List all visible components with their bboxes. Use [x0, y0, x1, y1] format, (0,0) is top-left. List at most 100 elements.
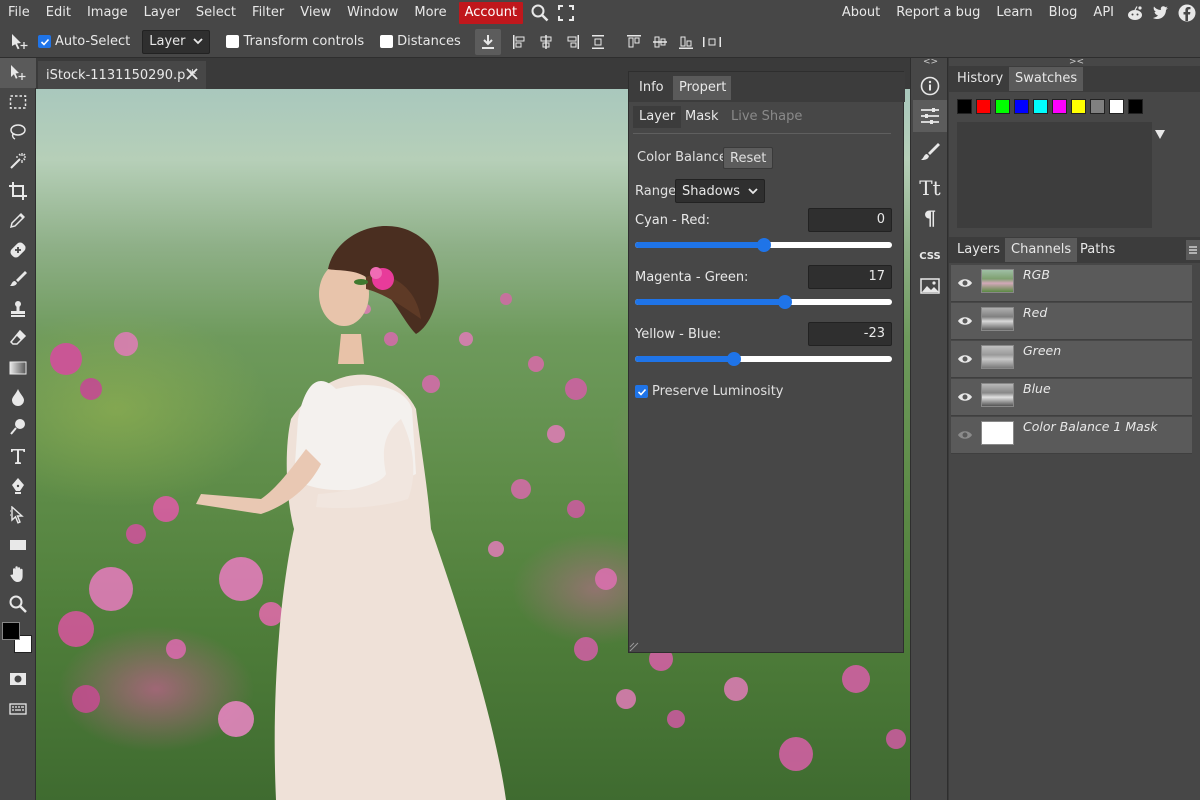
zoom-tool-icon[interactable]: [0, 589, 36, 619]
facebook-icon[interactable]: [1174, 0, 1200, 26]
crop-tool-icon[interactable]: [0, 176, 36, 206]
magenta-green-input[interactable]: 17: [808, 265, 892, 289]
slider-thumb[interactable]: [726, 352, 741, 366]
subtab-live-shape[interactable]: Live Shape: [725, 106, 808, 128]
menu-select[interactable]: Select: [188, 0, 244, 26]
color-swatch[interactable]: [1090, 99, 1105, 114]
distribute-horizontal-icon[interactable]: [699, 29, 725, 55]
eye-icon[interactable]: [957, 314, 973, 328]
menu-about[interactable]: About: [834, 0, 888, 26]
magenta-green-slider[interactable]: [635, 295, 892, 309]
align-bottom-icon[interactable]: [673, 29, 699, 55]
transform-controls-checkbox[interactable]: Transform controls: [226, 34, 364, 49]
eye-icon[interactable]: [957, 352, 973, 366]
download-icon[interactable]: [474, 28, 501, 55]
fullscreen-icon[interactable]: [553, 0, 579, 26]
brush-settings-icon[interactable]: [913, 136, 947, 168]
slider-thumb[interactable]: [778, 295, 793, 309]
panel-menu-icon[interactable]: [1186, 240, 1200, 260]
menu-window[interactable]: Window: [339, 0, 406, 26]
reddit-icon[interactable]: [1122, 0, 1148, 26]
blur-tool-icon[interactable]: [0, 383, 36, 413]
menu-learn[interactable]: Learn: [988, 0, 1040, 26]
layer-select-dropdown[interactable]: Layer: [142, 29, 211, 54]
foreground-color-swatch[interactable]: [2, 621, 20, 640]
menu-view[interactable]: View: [292, 0, 339, 26]
brush-tool-icon[interactable]: [0, 265, 36, 295]
menu-edit[interactable]: Edit: [38, 0, 79, 26]
rectangle-tool-icon[interactable]: [0, 530, 36, 560]
reset-button[interactable]: Reset: [723, 147, 774, 169]
tab-swatches[interactable]: Swatches: [1009, 67, 1084, 91]
eyedropper-tool-icon[interactable]: [0, 206, 36, 236]
color-swatch[interactable]: [976, 99, 991, 114]
color-swatches[interactable]: [0, 619, 36, 665]
color-swatch[interactable]: [1071, 99, 1086, 114]
css-icon[interactable]: CSS: [913, 240, 947, 272]
resize-handle-icon[interactable]: [629, 642, 639, 652]
quick-mask-icon[interactable]: [0, 665, 36, 695]
cyan-red-slider[interactable]: [635, 238, 892, 252]
lasso-tool-icon[interactable]: [0, 117, 36, 147]
menu-file[interactable]: File: [0, 0, 38, 26]
align-middle-icon[interactable]: [647, 29, 673, 55]
channel-row[interactable]: Green: [951, 341, 1192, 378]
menu-layer[interactable]: Layer: [136, 0, 188, 26]
color-swatch[interactable]: [1052, 99, 1067, 114]
character-icon[interactable]: Tt: [913, 172, 947, 204]
color-swatch[interactable]: [1128, 99, 1143, 114]
menu-report-bug[interactable]: Report a bug: [888, 0, 988, 26]
search-icon[interactable]: [527, 0, 553, 26]
color-swatch[interactable]: [995, 99, 1010, 114]
tab-properties[interactable]: Propert: [673, 76, 731, 100]
clone-stamp-tool-icon[interactable]: [0, 294, 36, 324]
eraser-tool-icon[interactable]: [0, 324, 36, 354]
document-tab[interactable]: iStock-1131150290.p *: [38, 61, 206, 89]
channel-row[interactable]: Color Balance 1 Mask: [951, 417, 1192, 454]
collapse-arrows-icon[interactable]: <>: [923, 57, 938, 67]
color-swatch[interactable]: [1033, 99, 1048, 114]
menu-blog[interactable]: Blog: [1041, 0, 1086, 26]
triangle-down-icon[interactable]: [1155, 130, 1165, 139]
channel-row[interactable]: RGB: [951, 265, 1192, 302]
twitter-icon[interactable]: [1148, 0, 1174, 26]
move-tool-icon[interactable]: [6, 29, 32, 55]
distances-checkbox[interactable]: Distances: [380, 34, 461, 49]
image-icon[interactable]: [913, 270, 947, 302]
account-button[interactable]: Account: [458, 2, 524, 24]
pen-tool-icon[interactable]: [0, 471, 36, 501]
auto-select-checkbox[interactable]: Auto-Select: [38, 34, 130, 49]
keyboard-icon[interactable]: [0, 694, 36, 724]
cyan-red-input[interactable]: 0: [808, 208, 892, 232]
type-tool-icon[interactable]: [0, 442, 36, 472]
marquee-tool-icon[interactable]: [0, 88, 36, 118]
menu-filter[interactable]: Filter: [244, 0, 292, 26]
eye-icon[interactable]: [957, 390, 973, 404]
info-icon[interactable]: [913, 70, 947, 102]
color-swatch[interactable]: [1014, 99, 1029, 114]
move-tool-icon[interactable]: [0, 58, 36, 88]
close-icon[interactable]: [184, 66, 200, 82]
align-center-icon[interactable]: [533, 29, 559, 55]
menu-api[interactable]: API: [1085, 0, 1122, 26]
align-left-icon[interactable]: [507, 29, 533, 55]
range-select[interactable]: Shadows: [675, 179, 766, 203]
yellow-blue-slider[interactable]: [635, 352, 892, 366]
path-select-tool-icon[interactable]: [0, 501, 36, 531]
eye-icon[interactable]: [957, 276, 973, 290]
tab-channels[interactable]: Channels: [1005, 238, 1078, 262]
align-right-icon[interactable]: [559, 29, 585, 55]
tab-paths[interactable]: Paths: [1074, 238, 1121, 262]
color-swatch[interactable]: [1109, 99, 1124, 114]
yellow-blue-input[interactable]: -23: [808, 322, 892, 346]
healing-brush-tool-icon[interactable]: [0, 235, 36, 265]
color-swatch[interactable]: [957, 99, 972, 114]
subtab-mask[interactable]: Mask: [679, 106, 724, 128]
tab-info[interactable]: Info: [633, 76, 670, 100]
menu-image[interactable]: Image: [79, 0, 136, 26]
dodge-tool-icon[interactable]: [0, 412, 36, 442]
adjustments-icon[interactable]: [913, 100, 947, 132]
preserve-luminosity-checkbox[interactable]: Preserve Luminosity: [635, 384, 784, 399]
tab-history[interactable]: History: [951, 67, 1009, 91]
hand-tool-icon[interactable]: [0, 560, 36, 590]
